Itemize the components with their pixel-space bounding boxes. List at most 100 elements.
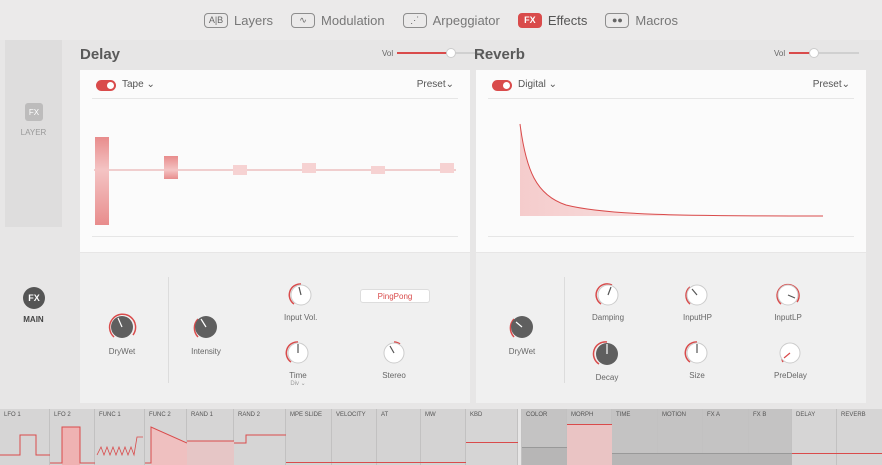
knob-dial bbox=[776, 283, 800, 306]
reverb-inputhp-knob[interactable]: InputHP bbox=[683, 281, 712, 322]
fx-main-icon: FX bbox=[23, 287, 45, 309]
time-division-dropdown[interactable]: Div ⌄ bbox=[290, 380, 305, 387]
mod-source-lfo2[interactable]: LFO 2 bbox=[50, 409, 95, 465]
sidebar-main-label: MAIN bbox=[23, 315, 44, 324]
knob-dial bbox=[288, 283, 312, 306]
mod-source-mpe-slide[interactable]: MPE SLIDE bbox=[286, 409, 332, 465]
reverb-drywet-knob[interactable]: DryWet bbox=[506, 311, 538, 356]
reverb-vol-label: Vol bbox=[774, 48, 786, 58]
sidebar-main-fx[interactable]: FX MAIN bbox=[5, 227, 62, 405]
delay-drywet-knob[interactable]: DryWet bbox=[106, 311, 138, 356]
mod-source-label: FX A bbox=[707, 412, 721, 418]
modulation-source-strip: LFO 1 LFO 2 FUNC 1 FUNC 2 RAND 1 RAND 2 … bbox=[0, 409, 882, 465]
nav-tab-label: Macros bbox=[635, 12, 678, 28]
reverb-damping-knob[interactable]: Damping bbox=[592, 281, 624, 322]
knob-label: Intensity bbox=[191, 347, 221, 356]
knob-label: InputHP bbox=[683, 313, 712, 322]
mod-source-motion[interactable]: MOTION bbox=[658, 409, 703, 465]
func2-waveform bbox=[145, 426, 187, 465]
delay-vol-label: Vol bbox=[382, 48, 394, 58]
mod-source-fx-a[interactable]: FX A bbox=[703, 409, 749, 465]
mod-source-color[interactable]: COLOR bbox=[522, 409, 567, 465]
knob-label: Size bbox=[689, 371, 705, 380]
nav-tab-effects[interactable]: FX Effects bbox=[517, 12, 588, 28]
sidebar-layer-label: LAYER bbox=[20, 128, 47, 137]
mod-source-label: TIME bbox=[616, 412, 631, 418]
mod-source-keyboard[interactable]: KBD bbox=[466, 409, 518, 465]
delay-vol: Vol bbox=[382, 48, 488, 58]
delay-title: Delay bbox=[80, 46, 121, 63]
knob-dial bbox=[383, 341, 405, 364]
knob-dial bbox=[779, 342, 801, 364]
knob-label: Decay bbox=[595, 373, 619, 382]
mod-source-func2[interactable]: FUNC 2 bbox=[145, 409, 187, 465]
lfo1-waveform bbox=[0, 434, 50, 456]
reverb-size-knob[interactable]: Size bbox=[683, 339, 711, 380]
reverb-inputlp-knob[interactable]: InputLP bbox=[774, 281, 802, 322]
delay-controls-panel: DryWet Intensity Input Vol. PingPong Tim… bbox=[80, 253, 470, 403]
mod-source-delay[interactable]: DELAY bbox=[792, 409, 837, 465]
lfo2-waveform bbox=[50, 426, 95, 465]
pingpong-button[interactable]: PingPong bbox=[360, 289, 430, 303]
mod-source-rand1[interactable]: RAND 1 bbox=[187, 409, 234, 465]
delay-time-knob[interactable]: Time Div ⌄ bbox=[284, 339, 312, 387]
knob-label: Damping bbox=[592, 313, 625, 322]
mod-source-morph[interactable]: MORPH bbox=[567, 409, 612, 465]
mod-source-label: MPE SLIDE bbox=[290, 412, 323, 418]
delay-power-toggle[interactable] bbox=[96, 80, 116, 91]
mod-source-label: COLOR bbox=[526, 412, 548, 418]
nav-tab-label: Effects bbox=[547, 12, 588, 28]
mod-source-rand2[interactable]: RAND 2 bbox=[234, 409, 286, 465]
mod-source-aftertouch[interactable]: AT bbox=[377, 409, 421, 465]
knob-dial bbox=[685, 284, 708, 306]
nav-tab-layers[interactable]: A|B Layers bbox=[204, 12, 273, 28]
delay-stereo-knob[interactable]: Stereo bbox=[380, 339, 408, 380]
delay-echo-display bbox=[94, 137, 456, 225]
knob-label: DryWet bbox=[508, 347, 536, 356]
knob-dial bbox=[108, 313, 137, 338]
nav-tab-label: Arpeggiator bbox=[432, 12, 500, 28]
reverb-vol-slider[interactable] bbox=[789, 48, 860, 58]
reverb-vol: Vol bbox=[774, 48, 860, 58]
reverb-predelay-knob[interactable]: PreDelay bbox=[774, 339, 807, 380]
rand2-waveform bbox=[234, 434, 286, 444]
nav-tab-label: Modulation bbox=[321, 12, 385, 28]
delay-intensity-knob[interactable]: Intensity bbox=[190, 311, 222, 356]
reverb-decay-knob[interactable]: Decay bbox=[592, 339, 622, 382]
knob-dial bbox=[193, 316, 217, 338]
reverb-preset-dropdown[interactable]: Preset⌄ bbox=[813, 79, 850, 90]
knob-dial bbox=[592, 341, 618, 365]
delay-display-panel: Tape ⌄ Preset⌄ bbox=[80, 70, 470, 252]
nav-tab-modulation[interactable]: ∿ Modulation bbox=[291, 12, 385, 28]
reverb-type-dropdown[interactable]: Digital ⌄ bbox=[518, 79, 557, 90]
mod-source-fx-b[interactable]: FX B bbox=[749, 409, 792, 465]
mod-source-label: REVERB bbox=[841, 412, 866, 418]
macros-icon: ●● bbox=[605, 12, 630, 28]
fx-badge: FX bbox=[25, 103, 43, 121]
mod-source-func1[interactable]: FUNC 1 bbox=[95, 409, 145, 465]
delay-type-dropdown[interactable]: Tape ⌄ bbox=[122, 79, 155, 90]
mod-source-reverb[interactable]: REVERB bbox=[837, 409, 882, 465]
reverb-power-toggle[interactable] bbox=[492, 80, 512, 91]
mod-source-time[interactable]: TIME bbox=[612, 409, 658, 465]
nav-tab-arpeggiator[interactable]: ⋰ Arpeggiator bbox=[402, 12, 500, 28]
top-nav: A|B Layers ∿ Modulation ⋰ Arpeggiator FX… bbox=[0, 0, 882, 40]
reverb-decay-display bbox=[519, 123, 824, 217]
knob-dial bbox=[285, 341, 309, 364]
knob-label: InputLP bbox=[774, 313, 802, 322]
mod-source-label: FX B bbox=[753, 412, 767, 418]
reverb-title: Reverb bbox=[474, 46, 525, 63]
mod-source-modwheel[interactable]: MW bbox=[421, 409, 466, 465]
reverb-display-panel: Digital ⌄ Preset⌄ bbox=[476, 70, 866, 252]
reverb-controls-panel: DryWet Damping InputHP InputLP Decay Siz… bbox=[476, 253, 866, 403]
sidebar-layer-fx[interactable]: FX LAYER bbox=[5, 40, 62, 227]
mod-source-lfo1[interactable]: LFO 1 bbox=[0, 409, 50, 465]
rand1-waveform bbox=[187, 440, 234, 465]
mod-source-velocity[interactable]: VELOCITY bbox=[332, 409, 377, 465]
nav-tab-macros[interactable]: ●● Macros bbox=[605, 12, 678, 28]
arpeggiator-icon: ⋰ bbox=[402, 12, 427, 28]
func1-waveform bbox=[96, 436, 143, 457]
knob-dial bbox=[509, 316, 533, 338]
delay-preset-dropdown[interactable]: Preset⌄ bbox=[417, 79, 454, 90]
delay-input-vol-knob[interactable]: Input Vol. bbox=[284, 281, 317, 322]
